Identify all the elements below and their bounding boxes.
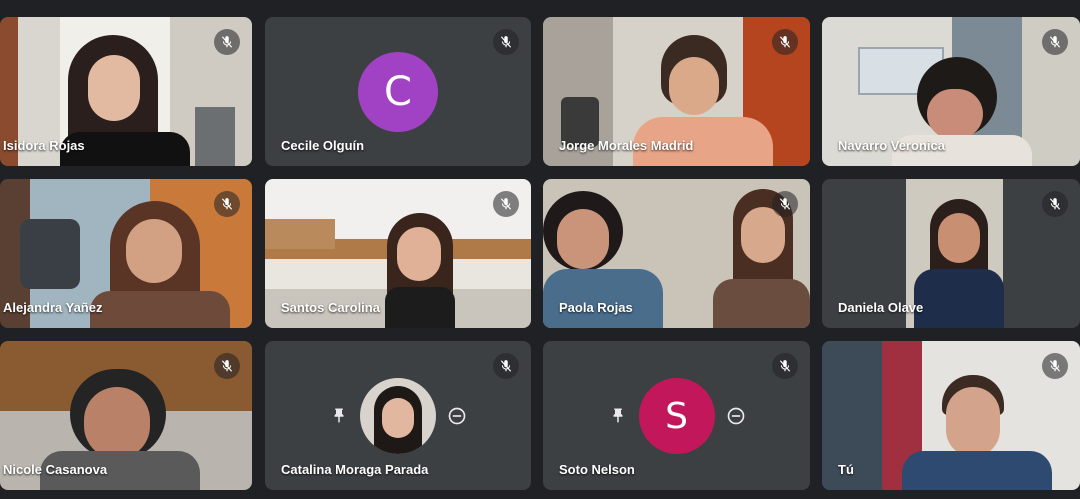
participant-name: Cecile Olguín [281,138,365,153]
participant-tile-tu[interactable]: Tú [822,341,1080,490]
mic-off-icon [500,198,512,210]
mic-off-icon [1049,360,1061,372]
mic-off-icon [221,360,233,372]
muted-indicator [493,29,519,55]
mic-off-icon [221,36,233,48]
pin-button[interactable] [607,405,629,427]
avatar: S [638,378,715,454]
participant-tile-navarro-veronica[interactable]: Navarro Veronica [822,17,1080,166]
muted-indicator [1042,29,1068,55]
participant-tile-catalina-moraga-parada[interactable]: Catalina Moraga Parada [265,341,531,490]
participant-tile-jorge-morales-madrid[interactable]: Jorge Morales Madrid [543,17,810,166]
muted-indicator [214,353,240,379]
muted-indicator [1042,353,1068,379]
participant-tile-soto-nelson[interactable]: S Soto Nelson [543,341,810,490]
participant-tile-isidora-rojas[interactable]: Isidora Rojas [0,17,252,166]
participant-name: Jorge Morales Madrid [559,138,694,153]
avatar [360,378,436,454]
participant-name: Soto Nelson [559,462,635,477]
participant-name: Tú [838,462,854,477]
participant-tile-paola-rojas[interactable]: Paola Rojas [543,179,810,328]
avatar-letter: S [665,395,688,437]
tile-hover-controls: S [607,378,747,454]
muted-indicator [214,29,240,55]
participant-name: Catalina Moraga Parada [281,462,429,477]
pin-button[interactable] [328,405,350,427]
muted-indicator [214,191,240,217]
participant-name: Paola Rojas [559,300,633,315]
participant-tile-nicole-casanova[interactable]: Nicole Casanova [0,341,252,490]
mic-off-icon [221,198,233,210]
muted-indicator [772,29,798,55]
participant-tile-alejandra-yanez[interactable]: Alejandra Yañez [0,179,252,328]
muted-indicator [1042,191,1068,217]
participant-tile-daniela-olave[interactable]: Daniela Olave [822,179,1080,328]
participant-tile-santos-carolina[interactable]: Santos Carolina [265,179,531,328]
muted-indicator [493,191,519,217]
muted-indicator [493,353,519,379]
mic-off-icon [779,360,791,372]
participant-name: Alejandra Yañez [3,300,103,315]
tile-hover-controls [328,378,468,454]
pin-icon [334,408,344,423]
participant-name: Santos Carolina [281,300,380,315]
participant-name: Isidora Rojas [3,138,85,153]
mic-off-icon [500,360,512,372]
remove-icon [727,407,744,425]
pin-icon [613,408,622,423]
participant-tile-cecile-olguin[interactable]: C Cecile Olguín [265,17,531,166]
mic-off-icon [1049,198,1061,210]
participant-name: Navarro Veronica [838,138,945,153]
mic-off-icon [500,36,512,48]
avatar: C [358,52,438,132]
muted-indicator [772,353,798,379]
participant-name: Daniela Olave [838,300,924,315]
mic-off-icon [1049,36,1061,48]
remove-button[interactable] [725,405,747,427]
muted-indicator [772,191,798,217]
mic-off-icon [779,198,791,210]
remove-icon [448,407,466,425]
mic-off-icon [779,36,791,48]
participant-name: Nicole Casanova [3,462,108,477]
remove-button[interactable] [446,405,468,427]
